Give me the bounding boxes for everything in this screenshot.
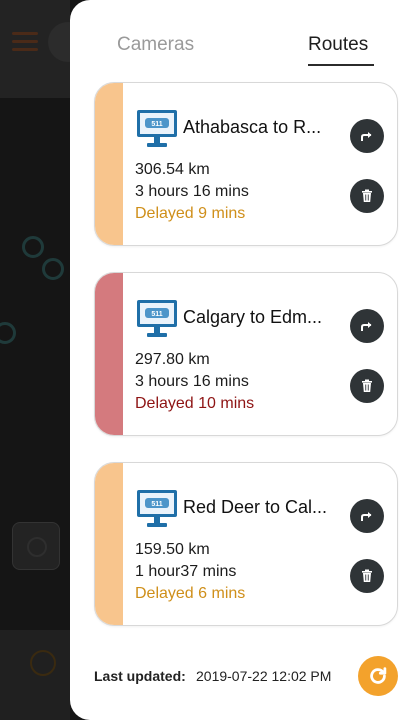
map-pin-icon	[22, 236, 44, 258]
alert-icon	[30, 650, 56, 676]
route-card[interactable]: 511 Calgary to Edm... 297.80 km 3 hours …	[94, 272, 398, 436]
svg-text:511: 511	[151, 501, 162, 508]
route-card[interactable]: 511 Red Deer to Cal... 159.50 km 1 hour3…	[94, 462, 398, 626]
view-route-button[interactable]	[350, 309, 384, 343]
refresh-button[interactable]	[358, 656, 398, 696]
background-bottom-bar	[0, 630, 70, 720]
crosshair-icon	[27, 537, 47, 557]
last-updated-footer: Last updated: 2019-07-22 12:02 PM	[70, 650, 420, 700]
route-directions-icon	[361, 322, 372, 331]
511-monitor-icon: 511	[137, 490, 177, 527]
last-updated-label: Last updated:	[94, 668, 186, 684]
tab-routes[interactable]: Routes	[308, 34, 368, 56]
route-distance: 306.54 km	[135, 161, 210, 178]
active-tab-indicator	[308, 64, 374, 66]
route-title: Calgary to Edm...	[183, 307, 323, 327]
last-updated-value: 2019-07-22 12:02 PM	[196, 668, 332, 684]
route-duration: 1 hour37 mins	[135, 563, 237, 580]
svg-text:511: 511	[151, 121, 162, 128]
delete-route-button[interactable]	[350, 179, 384, 213]
trash-icon	[362, 189, 372, 202]
background-locate-button	[12, 522, 60, 570]
view-route-button[interactable]	[350, 119, 384, 153]
route-delay: Delayed 9 mins	[135, 205, 246, 222]
trash-icon	[362, 569, 372, 582]
menu-icon	[12, 32, 38, 51]
trash-icon	[362, 379, 372, 392]
route-title: Athabasca to R...	[183, 117, 322, 137]
map-pin-icon	[42, 258, 64, 280]
route-directions-icon	[361, 512, 372, 521]
delay-severity-bar	[95, 463, 123, 625]
route-distance: 159.50 km	[135, 541, 210, 558]
delete-route-button[interactable]	[350, 559, 384, 593]
route-delay: Delayed 10 mins	[135, 395, 255, 412]
delay-severity-bar	[95, 273, 123, 435]
delay-severity-bar	[95, 83, 123, 245]
route-distance: 297.80 km	[135, 351, 210, 368]
map-pin-icon	[0, 322, 16, 344]
route-duration: 3 hours 16 mins	[135, 183, 249, 200]
511-monitor-icon: 511	[137, 110, 177, 147]
route-duration: 3 hours 16 mins	[135, 373, 249, 390]
view-route-button[interactable]	[350, 499, 384, 533]
511-monitor-icon: 511	[137, 300, 177, 337]
delete-route-button[interactable]	[350, 369, 384, 403]
panel-tabs: Cameras Routes	[70, 0, 420, 70]
route-card[interactable]: 511 Athabasca to R... 306.54 km 3 hours …	[94, 82, 398, 246]
tab-cameras[interactable]: Cameras	[117, 34, 194, 56]
routes-panel: Cameras Routes 511 Athabasca to R... 306…	[70, 0, 420, 720]
svg-text:511: 511	[151, 311, 162, 318]
refresh-icon	[370, 667, 387, 684]
route-title: Red Deer to Cal...	[183, 497, 328, 517]
route-directions-icon	[361, 132, 372, 141]
route-delay: Delayed 6 mins	[135, 585, 246, 602]
